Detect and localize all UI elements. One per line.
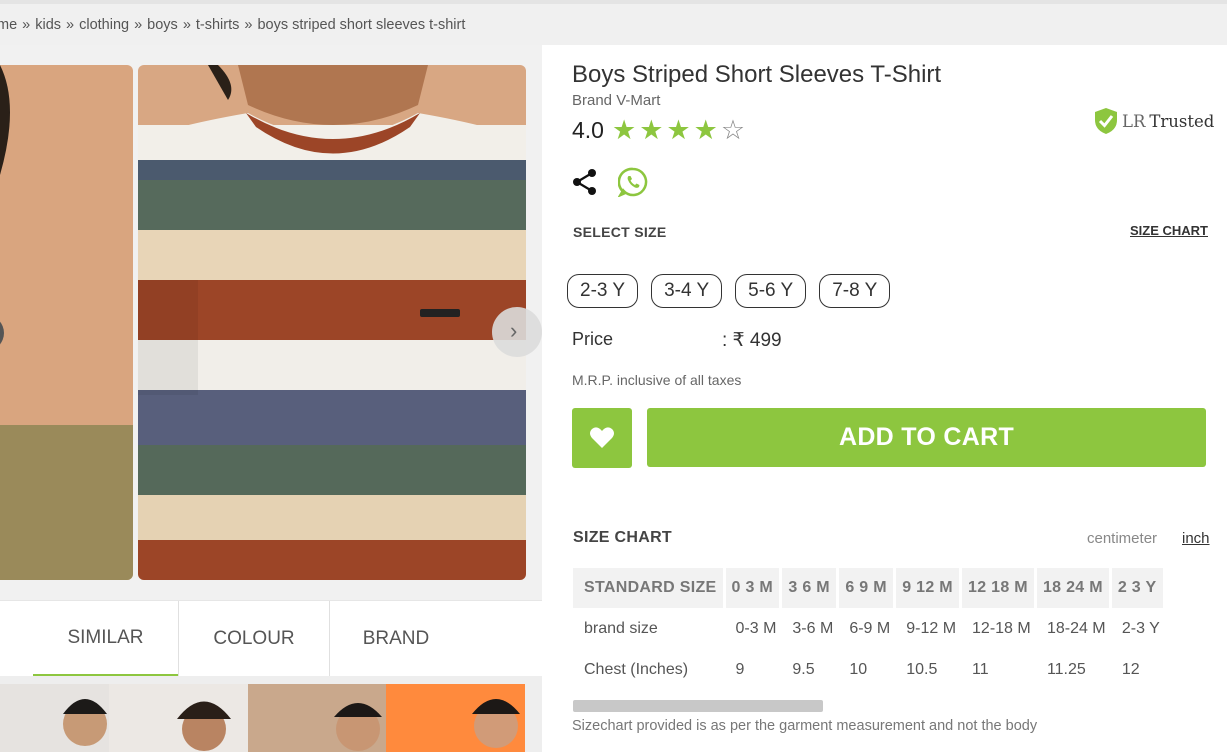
similar-product-thumb[interactable]: [0, 684, 109, 752]
star-filled-icon: ★: [611, 115, 637, 145]
unit-centimeter-toggle[interactable]: centimeter: [1087, 530, 1157, 547]
product-image-prev[interactable]: [0, 65, 133, 580]
shield-check-icon: [1095, 108, 1117, 134]
size-option-5-6y[interactable]: 5-6 Y: [735, 274, 807, 308]
breadcrumb-item: boys striped short sleeves t-shirt: [257, 17, 466, 33]
mrp-note: M.R.P. inclusive of all taxes: [572, 372, 742, 388]
price-label: Price: [572, 329, 614, 349]
size-chart-header-cell: 3 6 M: [782, 568, 840, 608]
size-chart-note: Sizechart provided is as per the garment…: [572, 718, 1038, 734]
size-chart-cell: Chest (Inches): [584, 660, 689, 678]
breadcrumb-separator: »: [134, 17, 143, 33]
breadcrumb-separator: »: [22, 17, 31, 33]
breadcrumb-trail: me» kids» clothing» boys» t-shirts» boys stri…: [0, 17, 465, 33]
size-chart-link[interactable]: SIZE CHART: [1130, 223, 1208, 238]
size-chart-row: brand size 0-3 M 3-6 M 6-9 M 9-12 M 12-18 M 18…: [573, 608, 1166, 649]
breadcrumb-item[interactable]: me: [0, 17, 17, 33]
gallery-next-arrow[interactable]: ›: [492, 307, 542, 357]
size-chart-cell: 10.5: [906, 660, 938, 678]
product-brand[interactable]: Brand V-Mart: [572, 92, 660, 109]
select-size-label: SELECT SIZE: [573, 224, 667, 240]
size-chart-header-row: STANDARD SIZE 0 3 M3 6 M6 9 M9 12 M 12 18 …: [573, 568, 1166, 608]
similar-product-thumb[interactable]: [248, 684, 386, 752]
size-chart-cell: 11: [972, 660, 989, 678]
breadcrumb-separator: »: [244, 17, 253, 33]
breadcrumb-item[interactable]: t-shirts: [196, 17, 240, 33]
size-chart-cell: 9: [735, 660, 745, 678]
star-filled-icon: ★: [666, 115, 691, 145]
size-chart-header-cell: 6 9 M: [839, 568, 897, 608]
price-value: : ₹ 499: [722, 330, 782, 351]
size-chart-table: STANDARD SIZE 0 3 M3 6 M6 9 M9 12 M 12 18 …: [573, 568, 1166, 690]
product-details-panel: Boys Striped Short Sleeves T-Shirt Brand…: [542, 45, 1227, 752]
size-chart-cell: 18-24 M: [1046, 619, 1106, 637]
whatsapp-icon[interactable]: [618, 167, 648, 197]
breadcrumb-item[interactable]: kids: [35, 17, 61, 33]
size-option-7-8y[interactable]: 7-8 Y: [819, 274, 891, 308]
size-chart-header-cell: 2 3 Y: [1111, 568, 1166, 608]
add-to-cart-button[interactable]: ADD TO CART: [647, 408, 1206, 467]
heart-icon: [590, 427, 614, 448]
rating-row: 4.0 ★ ★ ★ ★ ☆: [572, 117, 748, 144]
similar-product-thumb[interactable]: [109, 684, 248, 752]
product-gallery: ›: [0, 45, 542, 600]
size-options: 2-3 Y 3-4 Y 5-6 Y 7-8 Y: [567, 274, 903, 308]
size-option-3-4y[interactable]: 3-4 Y: [651, 274, 723, 308]
trusted-prefix: LR: [1122, 111, 1146, 131]
star-filled-icon: ★: [693, 115, 718, 145]
breadcrumb-separator: »: [182, 17, 191, 33]
size-chart-cell: 11.25: [1046, 660, 1086, 678]
lr-trusted-badge: LR Trusted: [1094, 107, 1214, 135]
size-chart-cell: 0-3 M: [735, 619, 777, 637]
breadcrumb: me» kids» clothing» boys» t-shirts» boys stri…: [0, 0, 1227, 45]
star-filled-icon: ★: [639, 115, 664, 145]
rating-stars: ★ ★ ★ ★ ☆: [612, 117, 748, 144]
size-chart-cell: brand size: [584, 619, 658, 637]
size-chart-cell: 3-6 M: [792, 619, 834, 637]
trusted-label: Trusted: [1149, 111, 1215, 131]
star-empty-icon: ☆: [720, 115, 746, 145]
breadcrumb-item[interactable]: clothing: [79, 17, 129, 33]
tab-colour[interactable]: COLOUR: [178, 601, 330, 676]
size-chart-row: Chest (Inches) 9 9.5 10 10.5 11 11.25 12: [573, 649, 1166, 690]
size-chart-cell: 10: [849, 660, 868, 678]
share-icon[interactable]: [572, 168, 598, 196]
size-chart-cell: 12-18 M: [972, 619, 1031, 637]
similar-products-strip: [0, 684, 542, 752]
related-tabs: SIMILAR COLOUR BRAND: [0, 600, 542, 676]
unit-inch-toggle[interactable]: inch: [1182, 530, 1210, 547]
tab-similar[interactable]: SIMILAR: [33, 601, 178, 676]
breadcrumb-item[interactable]: boys: [147, 17, 178, 33]
size-chart-header-cell: 0 3 M: [725, 568, 783, 608]
wishlist-button[interactable]: [572, 408, 632, 468]
rating-value: 4.0: [572, 117, 604, 143]
size-chart-title: SIZE CHART: [573, 529, 672, 546]
share-row: [572, 167, 648, 197]
size-option-2-3y[interactable]: 2-3 Y: [567, 274, 639, 308]
size-chart-header-cell: 18 24 M: [1036, 568, 1112, 608]
size-chart-cell: 2-3 Y: [1121, 619, 1160, 637]
chevron-right-icon: ›: [510, 318, 518, 343]
size-chart-header-cell: 12 18 M: [962, 568, 1037, 608]
size-chart-header-cell: STANDARD SIZE: [573, 568, 726, 608]
breadcrumb-separator: »: [66, 17, 75, 33]
product-image-main[interactable]: [138, 65, 526, 580]
similar-product-thumb[interactable]: [386, 684, 525, 752]
size-chart-scrollbar[interactable]: [573, 700, 823, 712]
size-chart-header-cell: 9 12 M: [896, 568, 963, 608]
tab-brand[interactable]: BRAND: [330, 601, 462, 676]
size-chart-cell: 9-12 M: [906, 619, 957, 637]
product-title: Boys Striped Short Sleeves T-Shirt: [572, 61, 942, 88]
size-chart-cell: 9.5: [792, 660, 815, 678]
size-chart-cell: 12: [1121, 660, 1140, 678]
size-chart-cell: 6-9 M: [849, 619, 891, 637]
